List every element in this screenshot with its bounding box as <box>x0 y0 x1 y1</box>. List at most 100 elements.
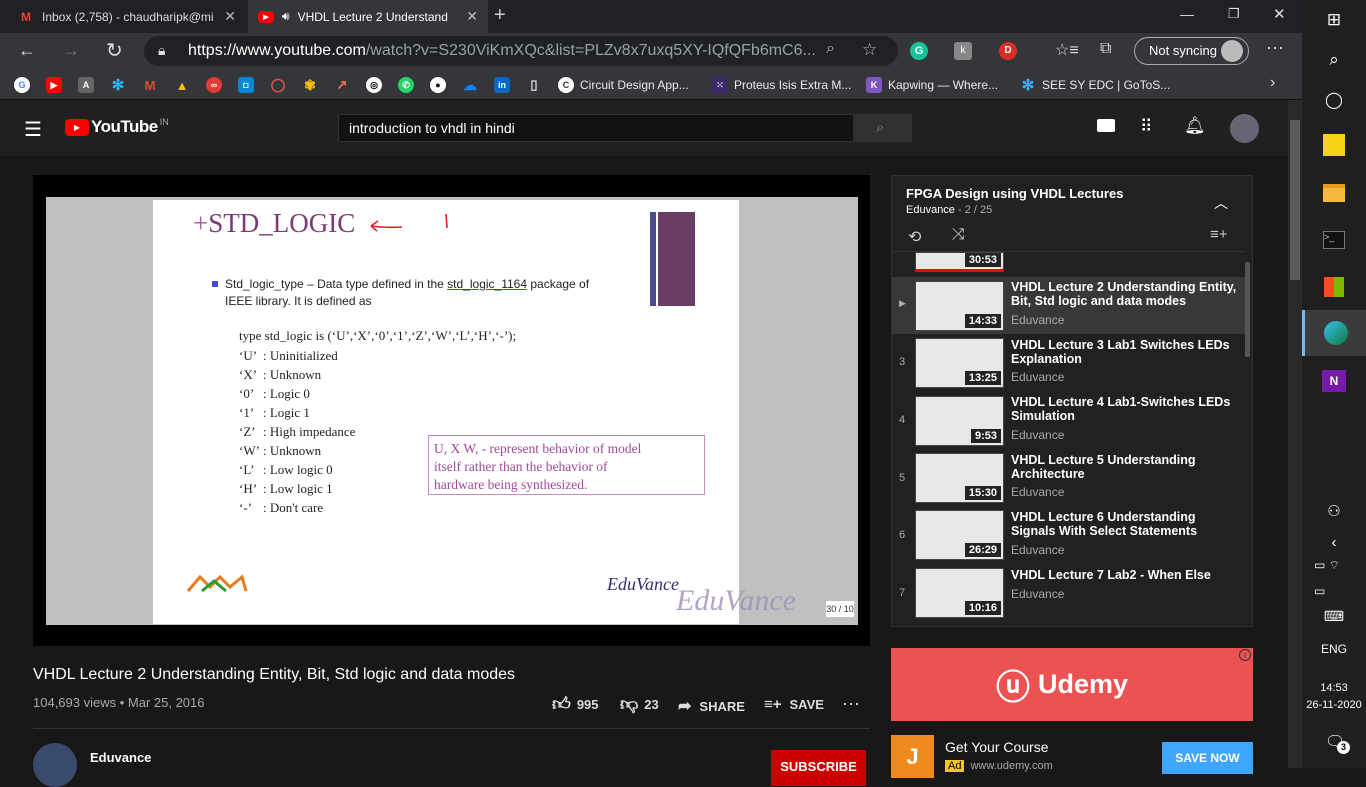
ad-icon[interactable]: J <box>891 735 934 778</box>
chevron-left-icon[interactable]: ‹ <box>1302 532 1366 552</box>
edge-icon[interactable] <box>1302 310 1366 356</box>
lock-icon[interactable]: 🔒︎ <box>158 42 165 59</box>
bookmark-doc[interactable]: ▯ <box>526 74 548 96</box>
sticky-notes-icon[interactable] <box>1302 132 1366 158</box>
back-icon[interactable]: ← <box>18 40 36 61</box>
bookmark-google[interactable]: G <box>14 74 36 96</box>
clock-time[interactable]: 14:53 <box>1302 680 1366 696</box>
playlist-thumbnail[interactable]: 10:16 <box>915 568 1004 618</box>
zoom-search-icon[interactable]: ⌕ <box>826 40 835 58</box>
apps-grid-icon[interactable]: ⠿ <box>1140 117 1152 137</box>
avatar[interactable] <box>1230 114 1259 143</box>
bookmark-ring[interactable]: ◎ <box>366 74 388 96</box>
windows-start-icon[interactable]: ⊞ <box>1302 8 1366 32</box>
bookmark-linkedin[interactable]: in <box>494 74 516 96</box>
bookmark-a[interactable]: A <box>78 74 100 96</box>
like-button[interactable]: 👍︎ 995 <box>552 693 599 715</box>
avatar[interactable] <box>1221 40 1243 62</box>
close-icon[interactable]: ✕ <box>224 8 236 25</box>
bookmark-box[interactable]: ◘ <box>238 74 260 96</box>
info-icon[interactable]: i <box>1239 649 1251 661</box>
window-close-icon[interactable]: ✕ <box>1273 5 1286 23</box>
extension-d-icon[interactable]: D <box>999 42 1017 60</box>
language-indicator[interactable]: ENG <box>1302 640 1366 658</box>
battery-icon[interactable]: ▭ <box>1314 584 1325 598</box>
speaker-icon[interactable]: 🔊︎ <box>282 9 290 24</box>
tab-youtube[interactable]: ▶ 🔊︎ VHDL Lecture 2 Understand ✕ <box>248 0 488 33</box>
bookmark-onedrive[interactable]: ☁ <box>462 74 484 96</box>
loop-icon[interactable]: ⟲ <box>908 227 921 247</box>
save-playlist-icon[interactable]: ≡+ <box>1210 226 1228 243</box>
create-video-icon[interactable] <box>1097 119 1115 132</box>
bookmark-proteus[interactable]: ⁙ Proteus Isis Extra M... <box>712 74 851 96</box>
grammarly-icon[interactable]: G <box>910 42 928 60</box>
forward-icon[interactable]: → <box>62 40 80 61</box>
task-view-icon[interactable]: ◯ <box>1302 88 1366 112</box>
playlist-title[interactable]: FPGA Design using VHDL Lectures <box>906 186 1123 201</box>
more-actions-icon[interactable]: ⋯ <box>842 694 860 715</box>
playlist-item-title[interactable]: VHDL Lecture 4 Lab1-Switches LEDs Simula… <box>1011 395 1241 423</box>
save-now-button[interactable]: SAVE NOW <box>1162 742 1253 774</box>
url-text[interactable]: https://www.youtube.com/watch?v=S230ViKm… <box>188 42 816 60</box>
bell-icon[interactable]: 🔔︎ <box>1184 116 1206 136</box>
playlist-item-title[interactable]: VHDL Lecture 7 Lab2 - When Else <box>1011 568 1241 582</box>
search-icon[interactable]: ⌕ <box>1302 48 1366 72</box>
clock-date[interactable]: 26-11-2020 <box>1302 697 1366 713</box>
bookmark-snow[interactable]: ✻ <box>110 74 132 96</box>
bookmark-drive[interactable]: ▲ <box>174 74 196 96</box>
star-icon[interactable]: ☆ <box>862 40 877 60</box>
playlist-thumbnail[interactable]: 9:53 <box>915 396 1004 446</box>
playlist-item-title[interactable]: VHDL Lecture 3 Lab1 Switches LEDs Explan… <box>1011 338 1241 366</box>
bookmark-whatsapp[interactable]: ✆ <box>398 74 420 96</box>
favorites-icon[interactable]: ☆≡ <box>1055 40 1079 60</box>
save-button[interactable]: ≡+ SAVE <box>764 696 824 713</box>
reload-icon[interactable]: ↻ <box>106 38 123 63</box>
store-icon[interactable] <box>1302 274 1366 300</box>
playlist-scrollbar[interactable] <box>1245 262 1250 357</box>
playlist-thumbnail[interactable]: 30:53 <box>915 252 1004 272</box>
search-input[interactable]: introduction to vhdl in hindi <box>338 114 854 142</box>
ad-title[interactable]: Get Your Course <box>945 739 1049 755</box>
dislike-button[interactable]: 👎︎ 23 <box>620 693 659 715</box>
share-button[interactable]: ➦ SHARE <box>678 696 745 716</box>
bookmark-kapwing[interactable]: K Kapwing — Where... <box>866 74 998 96</box>
bookmark-chat[interactable]: ◯ <box>270 74 292 96</box>
people-icon[interactable]: ⚇ <box>1302 500 1366 522</box>
playlist-thumbnail[interactable]: 13:25 <box>915 338 1004 388</box>
playlist-item-title[interactable]: VHDL Lecture 5 Understanding Architectur… <box>1011 453 1241 481</box>
bookmark-game[interactable]: ∞ <box>206 74 228 96</box>
bookmark-arrow[interactable]: ↗ <box>334 74 356 96</box>
playlist-thumbnail[interactable]: 26:29 <box>915 510 1004 560</box>
channel-name[interactable]: Eduvance <box>90 750 151 765</box>
extension-icon[interactable]: k <box>954 42 972 60</box>
channel-avatar[interactable] <box>33 743 77 787</box>
bookmark-gmail[interactable]: M <box>142 74 164 96</box>
minimize-icon[interactable]: — <box>1180 6 1194 22</box>
playlist-item-title[interactable]: VHDL Lecture 2 Understanding Entity, Bit… <box>1011 280 1241 308</box>
file-explorer-icon[interactable] <box>1302 180 1366 206</box>
keyboard-icon[interactable]: ⌨ <box>1302 606 1366 626</box>
more-menu-icon[interactable]: ⋯ <box>1266 38 1284 59</box>
chevron-up-icon[interactable]: ︿ <box>1214 193 1228 213</box>
bookmark-gotos[interactable]: ✻ SEE SY EDC | GoToS... <box>1020 74 1171 96</box>
collections-icon[interactable]: ⧉ <box>1100 40 1111 58</box>
new-tab-icon[interactable]: + <box>494 4 506 27</box>
hamburger-icon[interactable]: ☰ <box>24 117 42 142</box>
close-icon[interactable]: ✕ <box>466 8 478 25</box>
playlist-item-title[interactable]: VHDL Lecture 6 Understanding Signals Wit… <box>1011 510 1241 538</box>
bookmark-github[interactable]: ● <box>430 74 452 96</box>
playlist-thumbnail[interactable]: 14:33 <box>915 281 1004 331</box>
bookmark-photos[interactable]: ✾ <box>302 74 324 96</box>
onenote-icon[interactable]: N <box>1302 368 1366 394</box>
subscribe-button[interactable]: SUBSCRIBE <box>771 750 866 786</box>
tray-icons[interactable]: ▭ ⌔ <box>1314 558 1340 573</box>
search-button[interactable]: ⌕ <box>854 114 912 142</box>
playlist-thumbnail[interactable]: 15:30 <box>915 453 1004 503</box>
restore-icon[interactable]: ❐ <box>1228 6 1240 22</box>
youtube-logo[interactable]: ▶ YouTube IN <box>65 117 169 137</box>
page-scrollbar[interactable] <box>1288 100 1302 768</box>
chevron-right-icon[interactable]: › <box>1270 74 1275 92</box>
bookmark-circuit[interactable]: C Circuit Design App... <box>558 74 689 96</box>
bookmark-youtube[interactable]: ▶ <box>46 74 68 96</box>
shuffle-icon[interactable]: ⤨ <box>952 226 965 244</box>
